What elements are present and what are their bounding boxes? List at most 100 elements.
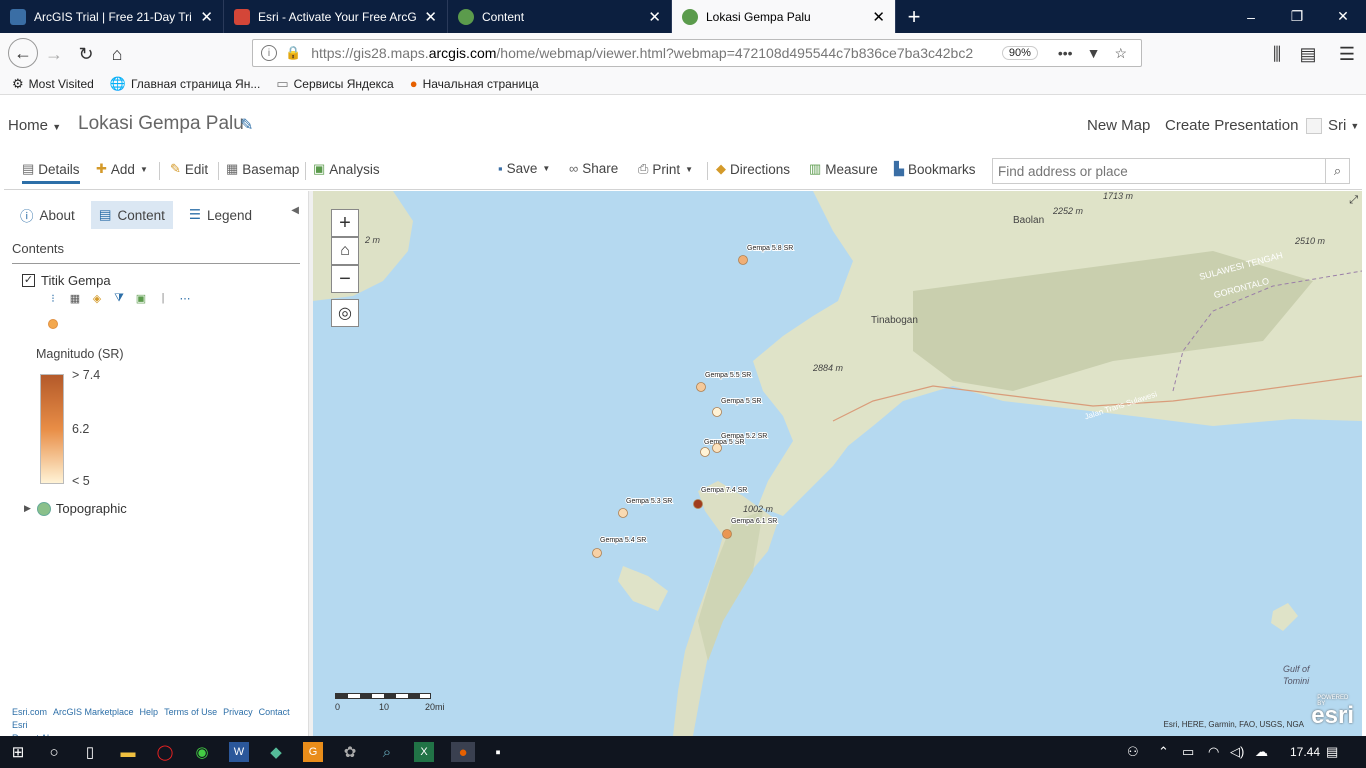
- maximize-button[interactable]: ❐: [1274, 0, 1320, 33]
- close-tab-icon[interactable]: ✕: [872, 8, 885, 26]
- filter-icon[interactable]: ⧩: [108, 291, 130, 305]
- browser-tab-content[interactable]: Content ✕: [448, 0, 672, 33]
- firefox-icon[interactable]: ●: [451, 742, 475, 762]
- map-app-icon[interactable]: ◆: [266, 742, 286, 762]
- home-menu[interactable]: Home ▼: [8, 117, 61, 134]
- layer-titik-gempa[interactable]: ✓ Titik Gempa: [22, 273, 111, 288]
- change-style-icon[interactable]: ◈: [86, 291, 108, 305]
- chevron-up-icon[interactable]: ⌃: [1158, 744, 1169, 760]
- layer-visibility-checkbox[interactable]: ✓: [22, 274, 35, 287]
- add-button[interactable]: ✚ Add ▼: [96, 161, 148, 177]
- home-button[interactable]: ⌂: [105, 42, 129, 66]
- collapse-panel-icon[interactable]: ◀: [291, 205, 299, 216]
- analysis-button[interactable]: ▣ Analysis: [313, 161, 380, 177]
- windows-start-icon[interactable]: ⊞: [8, 742, 28, 762]
- chrome-icon[interactable]: ◉: [192, 742, 212, 762]
- earthquake-point[interactable]: [700, 447, 710, 457]
- cortana-search-icon[interactable]: ○: [44, 742, 64, 762]
- library-icon[interactable]: ⫼: [1265, 42, 1289, 66]
- show-table-icon[interactable]: ▦: [64, 291, 86, 305]
- sidebar-icon[interactable]: ▤: [1296, 42, 1320, 66]
- footer-link-marketplace[interactable]: ArcGIS Marketplace: [53, 707, 134, 717]
- esri-logo[interactable]: POWERED BY esri: [1311, 695, 1354, 730]
- earthquake-point[interactable]: [592, 548, 602, 558]
- edit-button[interactable]: ✎ Edit: [170, 161, 208, 177]
- share-button[interactable]: ∞ Share: [569, 161, 618, 176]
- minimize-button[interactable]: –: [1228, 0, 1274, 33]
- default-extent-home-icon[interactable]: ⌂: [331, 237, 359, 265]
- gis-app-icon[interactable]: ✿: [340, 742, 360, 762]
- zoom-out-button[interactable]: −: [331, 265, 359, 293]
- map-attribution[interactable]: Esri, HERE, Garmin, FAO, USGS, NGA: [1164, 720, 1304, 729]
- earthquake-point[interactable]: [712, 407, 722, 417]
- tab-content[interactable]: ▤ Content: [90, 201, 173, 229]
- clock[interactable]: 17.44: [1290, 745, 1320, 759]
- bookmark-most-visited[interactable]: ⚙ Most Visited: [12, 76, 94, 92]
- footer-link-privacy[interactable]: Privacy: [223, 707, 253, 717]
- word-icon[interactable]: W: [229, 742, 249, 762]
- reload-button[interactable]: ↻: [74, 42, 98, 66]
- opera-icon[interactable]: ◯: [155, 742, 175, 762]
- zoom-in-button[interactable]: +: [331, 209, 359, 237]
- perform-analysis-icon[interactable]: ▣: [130, 291, 152, 305]
- close-window-button[interactable]: ✕: [1320, 0, 1366, 33]
- details-button[interactable]: ▤ Details: [22, 161, 80, 184]
- footer-link-terms[interactable]: Terms of Use: [164, 707, 217, 717]
- bookmark-start-page[interactable]: ● Начальная страница: [410, 76, 539, 91]
- show-legend-icon[interactable]: ⁝: [42, 291, 64, 305]
- more-options-icon[interactable]: ⋯: [174, 291, 196, 305]
- locate-crosshair-icon[interactable]: ◎: [331, 299, 359, 327]
- expand-map-icon[interactable]: ⤢: [1349, 194, 1358, 207]
- basemap-button[interactable]: ▦ Basemap: [226, 161, 299, 177]
- create-presentation-link[interactable]: Create Presentation: [1165, 117, 1298, 134]
- earthquake-point[interactable]: [722, 529, 732, 539]
- browser-tab-arcgis-trial[interactable]: ArcGIS Trial | Free 21-Day Trial ✕: [0, 0, 224, 33]
- new-tab-button[interactable]: +: [896, 0, 932, 33]
- bookmark-yandex-services[interactable]: ▭ Сервисы Яндекса: [276, 76, 393, 92]
- forward-button[interactable]: →: [42, 42, 66, 66]
- print-button[interactable]: ⎙ Print ▼: [638, 161, 693, 177]
- user-menu[interactable]: Sri ▼: [1306, 117, 1359, 134]
- task-view-icon[interactable]: ▯: [80, 742, 100, 762]
- edit-title-pencil-icon[interactable]: ✎: [240, 115, 253, 135]
- back-button[interactable]: ←: [8, 38, 38, 68]
- footer-link-help[interactable]: Help: [140, 707, 159, 717]
- browser-tab-esri-activate[interactable]: Esri - Activate Your Free ArcGIS ✕: [224, 0, 448, 33]
- footer-link-esri[interactable]: Esri.com: [12, 707, 47, 717]
- browser-tab-lokasi-gempa[interactable]: Lokasi Gempa Palu ✕: [672, 0, 896, 33]
- excel-icon[interactable]: X: [414, 742, 434, 762]
- search-icon[interactable]: ⌕: [1325, 159, 1349, 183]
- close-tab-icon[interactable]: ✕: [648, 8, 661, 26]
- new-map-link[interactable]: New Map: [1087, 117, 1150, 134]
- layer-topographic[interactable]: ▶ Topographic: [24, 501, 127, 516]
- map-view[interactable]: Baolan Tinabogan SULAWESI TENGAH GORONTA…: [313, 191, 1362, 736]
- bookmark-yandex-home[interactable]: 🌐 Главная страница Ян...: [110, 76, 261, 92]
- volume-icon[interactable]: ◁): [1230, 744, 1244, 760]
- measure-button[interactable]: ▥ Measure: [809, 161, 878, 177]
- earthquake-point[interactable]: [712, 443, 722, 453]
- tab-legend[interactable]: ☰ Legend: [181, 201, 260, 229]
- close-tab-icon[interactable]: ✕: [424, 8, 437, 26]
- url-text[interactable]: https://gis28.maps.arcgis.com/home/webma…: [311, 45, 1002, 61]
- people-icon[interactable]: ⚇: [1127, 744, 1139, 760]
- earthquake-point[interactable]: [738, 255, 748, 265]
- earthquake-point[interactable]: [696, 382, 706, 392]
- tab-about[interactable]: ⓘ About: [12, 201, 83, 229]
- sticky-notes-icon[interactable]: ▪: [488, 742, 508, 762]
- close-tab-icon[interactable]: ✕: [200, 8, 213, 26]
- bookmarks-button[interactable]: ▙ Bookmarks: [894, 161, 976, 177]
- address-search-input[interactable]: [993, 159, 1325, 183]
- battery-icon[interactable]: ▭: [1182, 744, 1194, 760]
- zoom-level-badge[interactable]: 90%: [1001, 46, 1038, 60]
- expand-triangle-icon[interactable]: ▶: [24, 503, 31, 514]
- address-bar[interactable]: i 🔒 https://gis28.maps.arcgis.com/home/w…: [252, 39, 1142, 67]
- notifications-icon[interactable]: ▤: [1326, 744, 1338, 760]
- magnifier-app-icon[interactable]: ⌕: [377, 742, 397, 762]
- earthquake-point[interactable]: [693, 499, 703, 509]
- onedrive-cloud-icon[interactable]: ☁: [1255, 744, 1268, 760]
- bookmark-star-icon[interactable]: ☆: [1114, 45, 1127, 62]
- directions-button[interactable]: ◆ Directions: [716, 161, 790, 177]
- file-explorer-icon[interactable]: ▬: [118, 742, 138, 762]
- menu-icon[interactable]: ☰: [1335, 42, 1359, 66]
- wifi-icon[interactable]: ◠: [1208, 744, 1219, 760]
